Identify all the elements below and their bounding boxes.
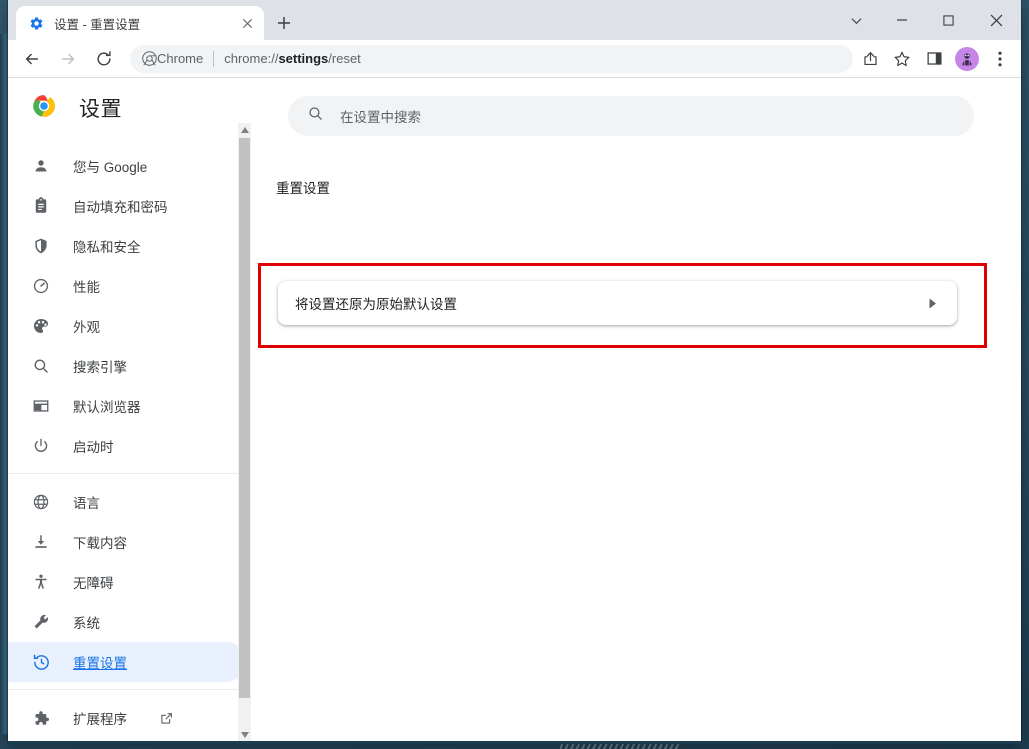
minimize-button[interactable] — [879, 3, 925, 37]
sidebar-group-1: 您与 Google 自动填充和密码 隐私和安全 性能 外观 搜索引擎 默认浏览器… — [8, 138, 251, 473]
sidebar-item-label: 性能 — [73, 280, 100, 295]
sidebar-group-2: 语言 下载内容 无障碍 系统 重置设置 — [8, 473, 251, 689]
sidebar-item-label: 您与 Google — [73, 160, 148, 175]
search-icon — [31, 356, 51, 376]
restore-defaults-label: 将设置还原为原始默认设置 — [295, 297, 457, 312]
puzzle-icon — [31, 708, 51, 728]
address-bar[interactable]: Chrome chrome://settings/reset — [130, 44, 853, 73]
browser-tab[interactable]: 设置 - 重置设置 — [16, 6, 264, 40]
window-bottom-edge — [8, 741, 1021, 744]
sidebar-item-downloads[interactable]: 下载内容 — [18, 522, 246, 562]
settings-content: 在设置中搜索 重置设置 将设置还原为原始默认设置 — [251, 78, 1021, 741]
sidebar-item-label: 启动时 — [73, 440, 114, 455]
settings-sidebar: 设置 您与 Google 自动填充和密码 隐私和安全 性能 外观 搜索引擎 默认… — [8, 78, 251, 741]
sidebar-item-on-startup[interactable]: 启动时 — [18, 426, 246, 466]
reset-clock-icon — [31, 652, 51, 672]
new-tab-button[interactable] — [270, 9, 298, 37]
sidebar-item-label: 重置设置 — [73, 656, 127, 671]
sidebar-item-you-and-google[interactable]: 您与 Google — [18, 146, 246, 186]
sidebar-item-label: 语言 — [73, 496, 100, 511]
section-title: 重置设置 — [276, 181, 330, 196]
gauge-icon — [31, 276, 51, 296]
scrollbar-thumb[interactable] — [239, 138, 250, 698]
toolbar-actions — [855, 44, 1015, 74]
person-icon — [31, 156, 51, 176]
external-link-icon[interactable] — [159, 711, 174, 726]
restore-defaults-row[interactable]: 将设置还原为原始默认设置 — [278, 281, 957, 325]
search-placeholder: 在设置中搜索 — [340, 110, 421, 125]
sidebar-group-3: 扩展程序 — [8, 689, 251, 741]
window-controls — [833, 0, 1021, 40]
sidebar-item-languages[interactable]: 语言 — [18, 482, 246, 522]
shield-icon — [31, 236, 51, 256]
side-panel-icon[interactable] — [919, 44, 949, 74]
browser-window-icon — [31, 396, 51, 416]
forward-arrow-icon[interactable] — [52, 43, 84, 75]
sidebar-item-extensions[interactable]: 扩展程序 — [18, 698, 246, 738]
sidebar-scrollbar[interactable] — [238, 123, 251, 741]
sidebar-item-default-browser[interactable]: 默认浏览器 — [18, 386, 246, 426]
tab-title: 设置 - 重置设置 — [54, 17, 141, 32]
omnibox-separator — [213, 50, 215, 67]
omnibox-url: chrome://settings/reset — [224, 51, 361, 66]
sidebar-item-label: 搜索引擎 — [73, 360, 127, 375]
reload-icon[interactable] — [88, 43, 120, 75]
sidebar-item-search-engine[interactable]: 搜索引擎 — [18, 346, 246, 386]
sidebar-item-label: 默认浏览器 — [73, 400, 141, 415]
page-title: 设置 — [79, 98, 122, 121]
maximize-button[interactable] — [925, 3, 971, 37]
back-arrow-icon[interactable] — [16, 43, 48, 75]
browser-window: 设置 - 重置设置 Chrome chrome://settings/reset… — [8, 0, 1021, 741]
power-icon — [31, 436, 51, 456]
sidebar-item-label: 隐私和安全 — [73, 240, 141, 255]
palette-icon — [31, 316, 51, 336]
sidebar-item-label: 无障碍 — [73, 576, 114, 591]
globe-icon — [31, 492, 51, 512]
search-input[interactable]: 在设置中搜索 — [288, 96, 974, 136]
wrench-icon — [31, 612, 51, 632]
sidebar-item-appearance[interactable]: 外观 — [18, 306, 246, 346]
sidebar-item-label: 自动填充和密码 — [73, 200, 168, 215]
sidebar-item-performance[interactable]: 性能 — [18, 266, 246, 306]
search-row: 在设置中搜索 — [251, 78, 1021, 136]
star-icon[interactable] — [887, 44, 917, 74]
settings-gear-icon — [28, 15, 44, 31]
sidebar-item-system[interactable]: 系统 — [18, 602, 246, 642]
accessibility-icon — [31, 572, 51, 592]
chrome-logo-icon — [142, 51, 157, 66]
tab-search-chevron-down-icon[interactable] — [833, 3, 879, 37]
download-icon — [31, 532, 51, 552]
scroll-up-arrow-icon[interactable] — [238, 123, 251, 136]
omnibox-chip-label: Chrome — [157, 51, 204, 66]
sidebar-item-autofill[interactable]: 自动填充和密码 — [18, 186, 246, 226]
sidebar-item-privacy[interactable]: 隐私和安全 — [18, 226, 246, 266]
settings-page: 设置 您与 Google 自动填充和密码 隐私和安全 性能 外观 搜索引擎 默认… — [8, 78, 1021, 741]
tab-strip: 设置 - 重置设置 — [8, 0, 1021, 40]
chrome-logo-icon — [31, 93, 57, 124]
close-button[interactable] — [971, 3, 1021, 37]
sidebar-item-accessibility[interactable]: 无障碍 — [18, 562, 246, 602]
sidebar-item-label: 外观 — [73, 320, 100, 335]
sidebar-item-reset-settings[interactable]: 重置设置 — [8, 642, 246, 682]
clipboard-icon — [31, 196, 51, 216]
sidebar-item-label: 下载内容 — [73, 536, 127, 551]
scroll-down-arrow-icon[interactable] — [238, 728, 251, 741]
chevron-right-icon[interactable] — [925, 295, 941, 311]
sidebar-item-label: 系统 — [73, 616, 100, 631]
close-icon[interactable] — [238, 14, 256, 32]
settings-brand: 设置 — [8, 78, 251, 138]
share-icon[interactable] — [855, 44, 885, 74]
browser-toolbar: Chrome chrome://settings/reset — [8, 40, 1021, 78]
sidebar-item-label: 扩展程序 — [73, 712, 127, 727]
profile-avatar[interactable] — [955, 46, 979, 71]
three-dot-menu-icon[interactable] — [985, 44, 1015, 74]
search-icon — [307, 105, 324, 127]
